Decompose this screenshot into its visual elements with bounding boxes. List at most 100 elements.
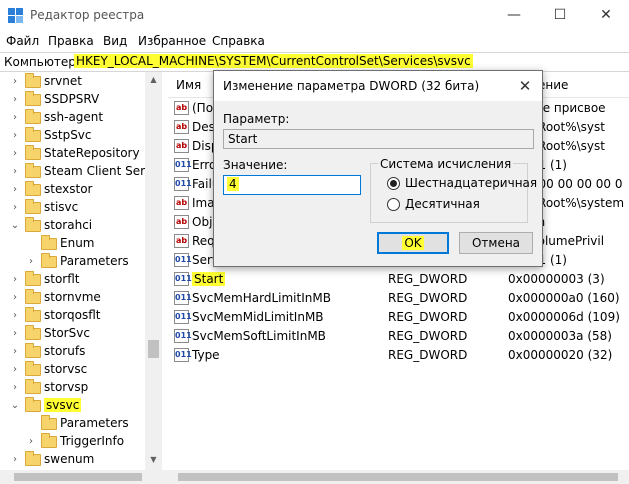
tree-item[interactable]: › StorSvc bbox=[0, 325, 145, 343]
value-name: Req bbox=[192, 234, 215, 248]
folder-icon bbox=[25, 289, 41, 304]
chevron-right-icon[interactable]: › bbox=[26, 435, 36, 449]
menu-bar: Файл Правка Вид Избранное Справка bbox=[0, 32, 629, 52]
tree-scroll-thumb[interactable] bbox=[148, 340, 159, 358]
chevron-right-icon[interactable]: › bbox=[10, 381, 20, 395]
value-name: Ima bbox=[192, 196, 215, 210]
list-item[interactable]: 011 SvcMemHardLimitInMB REG_DWORD 0x000000a… bbox=[168, 289, 629, 308]
tree-item-label: storahci bbox=[44, 218, 93, 232]
address-path[interactable]: HKEY_LOCAL_MACHINE\SYSTEM\CurrentControl… bbox=[74, 54, 473, 68]
folder-icon bbox=[25, 307, 41, 322]
chevron-right-icon[interactable] bbox=[26, 237, 36, 251]
tree-item[interactable]: › ssh-agent bbox=[0, 109, 145, 127]
tree-item[interactable]: Enum bbox=[0, 235, 145, 253]
value-data: 0x000000a0 (160) bbox=[508, 291, 620, 305]
list-item[interactable]: 011 SvcMemMidLimitInMB REG_DWORD 0x0000006d… bbox=[168, 308, 629, 327]
binary-value-icon: 011 bbox=[174, 177, 192, 191]
value-type: REG_DWORD bbox=[388, 291, 468, 305]
tree-item[interactable]: › storvsp bbox=[0, 379, 145, 397]
chevron-right-icon[interactable]: › bbox=[10, 201, 20, 215]
chevron-down-icon[interactable]: ⌄ bbox=[10, 399, 20, 413]
tree-item-label: Enum bbox=[60, 236, 95, 250]
tree-item-label: SstpSvc bbox=[44, 128, 92, 142]
tree-item[interactable]: Parameters bbox=[0, 415, 145, 433]
menu-help[interactable]: Справка bbox=[212, 34, 265, 48]
tree-item-label: storvsp bbox=[44, 380, 89, 394]
dialog-close-icon[interactable]: ✕ bbox=[510, 73, 540, 99]
tree-item-label: Parameters bbox=[60, 416, 129, 430]
tree-item[interactable]: › SstpSvc bbox=[0, 127, 145, 145]
tree-vertical-scrollbar[interactable]: ▲ ▼ bbox=[145, 72, 162, 470]
tree-item-label: swenum bbox=[44, 452, 95, 466]
tree-item-label: storufs bbox=[44, 344, 86, 358]
maximize-button[interactable]: ☐ bbox=[537, 0, 583, 32]
horizontal-scrollbar[interactable] bbox=[0, 470, 629, 484]
tree-item[interactable]: ⌄ svsvc bbox=[0, 397, 145, 415]
tree-item[interactable]: › stisvc bbox=[0, 199, 145, 217]
tree-item[interactable]: › stornvme bbox=[0, 289, 145, 307]
tree-item[interactable]: › storufs bbox=[0, 343, 145, 361]
chevron-right-icon[interactable]: › bbox=[10, 453, 20, 467]
tree-item-label: TriggerInfo bbox=[60, 434, 125, 448]
tree-hscroll-thumb[interactable] bbox=[14, 473, 142, 481]
chevron-right-icon[interactable]: › bbox=[10, 111, 20, 125]
tree-item[interactable]: › srvnet bbox=[0, 73, 145, 91]
column-name-header[interactable]: Имя bbox=[176, 78, 201, 92]
list-item[interactable]: 011 Start REG_DWORD 0x00000003 (3) bbox=[168, 270, 629, 289]
chevron-right-icon[interactable]: › bbox=[10, 75, 20, 89]
param-name-field: Start bbox=[223, 129, 534, 149]
radio-decimal[interactable] bbox=[387, 198, 400, 211]
radio-decimal-label[interactable]: Десятичная bbox=[405, 197, 480, 211]
chevron-right-icon[interactable]: › bbox=[10, 345, 20, 359]
chevron-right-icon[interactable]: › bbox=[10, 129, 20, 143]
tree-item[interactable]: › swenum bbox=[0, 451, 145, 469]
value-data-input[interactable]: 4 bbox=[223, 175, 361, 195]
chevron-right-icon[interactable]: › bbox=[26, 255, 36, 269]
list-item[interactable]: 011 SvcMemSoftLimitInMB REG_DWORD 0x0000003… bbox=[168, 327, 629, 346]
tree-item-label: ssh-agent bbox=[44, 110, 104, 124]
tree-item[interactable]: › SSDPSRV bbox=[0, 91, 145, 109]
chevron-right-icon[interactable]: › bbox=[10, 363, 20, 377]
tree-item[interactable]: › storflt bbox=[0, 271, 145, 289]
tree-item[interactable]: › stexstor bbox=[0, 181, 145, 199]
chevron-right-icon[interactable]: › bbox=[10, 327, 20, 341]
tree-item-label: storvsc bbox=[44, 362, 88, 376]
radio-hexadecimal-label[interactable]: Шестнадцатеричная bbox=[405, 176, 537, 190]
binary-value-icon: 011 bbox=[174, 158, 192, 172]
tree-item[interactable]: ⌄ storahci bbox=[0, 217, 145, 235]
menu-favorites[interactable]: Избранное bbox=[138, 34, 206, 48]
tree-item[interactable]: › Steam Client Servic bbox=[0, 163, 161, 181]
address-bar[interactable]: Компьютер\ HKEY_LOCAL_MACHINE\SYSTEM\Cur… bbox=[0, 52, 629, 72]
chevron-right-icon[interactable] bbox=[26, 417, 36, 431]
binary-value-icon: 011 bbox=[174, 348, 192, 362]
tree-item[interactable]: › storqosflt bbox=[0, 307, 145, 325]
tree-item[interactable]: › Parameters bbox=[0, 253, 145, 271]
scroll-down-icon[interactable]: ▼ bbox=[145, 452, 162, 468]
close-button[interactable]: ✕ bbox=[583, 0, 629, 32]
tree-item[interactable]: › StateRepository bbox=[0, 145, 145, 163]
menu-edit[interactable]: Правка bbox=[48, 34, 94, 48]
menu-file[interactable]: Файл bbox=[6, 34, 39, 48]
chevron-right-icon[interactable]: › bbox=[10, 183, 20, 197]
value-data: 0x0000003a (58) bbox=[508, 329, 612, 343]
chevron-down-icon[interactable]: ⌄ bbox=[10, 219, 20, 233]
chevron-right-icon[interactable]: › bbox=[10, 291, 20, 305]
tree-item[interactable]: › TriggerInfo bbox=[0, 433, 145, 451]
registry-key-tree[interactable]: › srvnet › SSDPSRV › ssh-agent › SstpSvc › StateR… bbox=[0, 72, 162, 470]
radio-hexadecimal[interactable] bbox=[387, 177, 400, 190]
chevron-right-icon[interactable]: › bbox=[10, 273, 20, 287]
list-hscroll-thumb[interactable] bbox=[178, 473, 618, 481]
list-item[interactable]: 011 Type REG_DWORD 0x00000020 (32) bbox=[168, 346, 629, 365]
tree-item[interactable]: › storvsc bbox=[0, 361, 145, 379]
minimize-button[interactable]: — bbox=[491, 0, 537, 32]
menu-view[interactable]: Вид bbox=[103, 34, 127, 48]
param-label: Параметр: bbox=[223, 112, 290, 126]
chevron-right-icon[interactable]: › bbox=[10, 93, 20, 107]
scroll-up-icon[interactable]: ▲ bbox=[145, 72, 162, 88]
chevron-right-icon[interactable]: › bbox=[10, 147, 20, 161]
cancel-button[interactable]: Отмена bbox=[459, 232, 533, 254]
base-group-title: Система исчисления bbox=[378, 157, 514, 171]
ok-button[interactable]: OK bbox=[377, 232, 449, 254]
chevron-right-icon[interactable]: › bbox=[10, 165, 20, 179]
chevron-right-icon[interactable]: › bbox=[10, 309, 20, 323]
